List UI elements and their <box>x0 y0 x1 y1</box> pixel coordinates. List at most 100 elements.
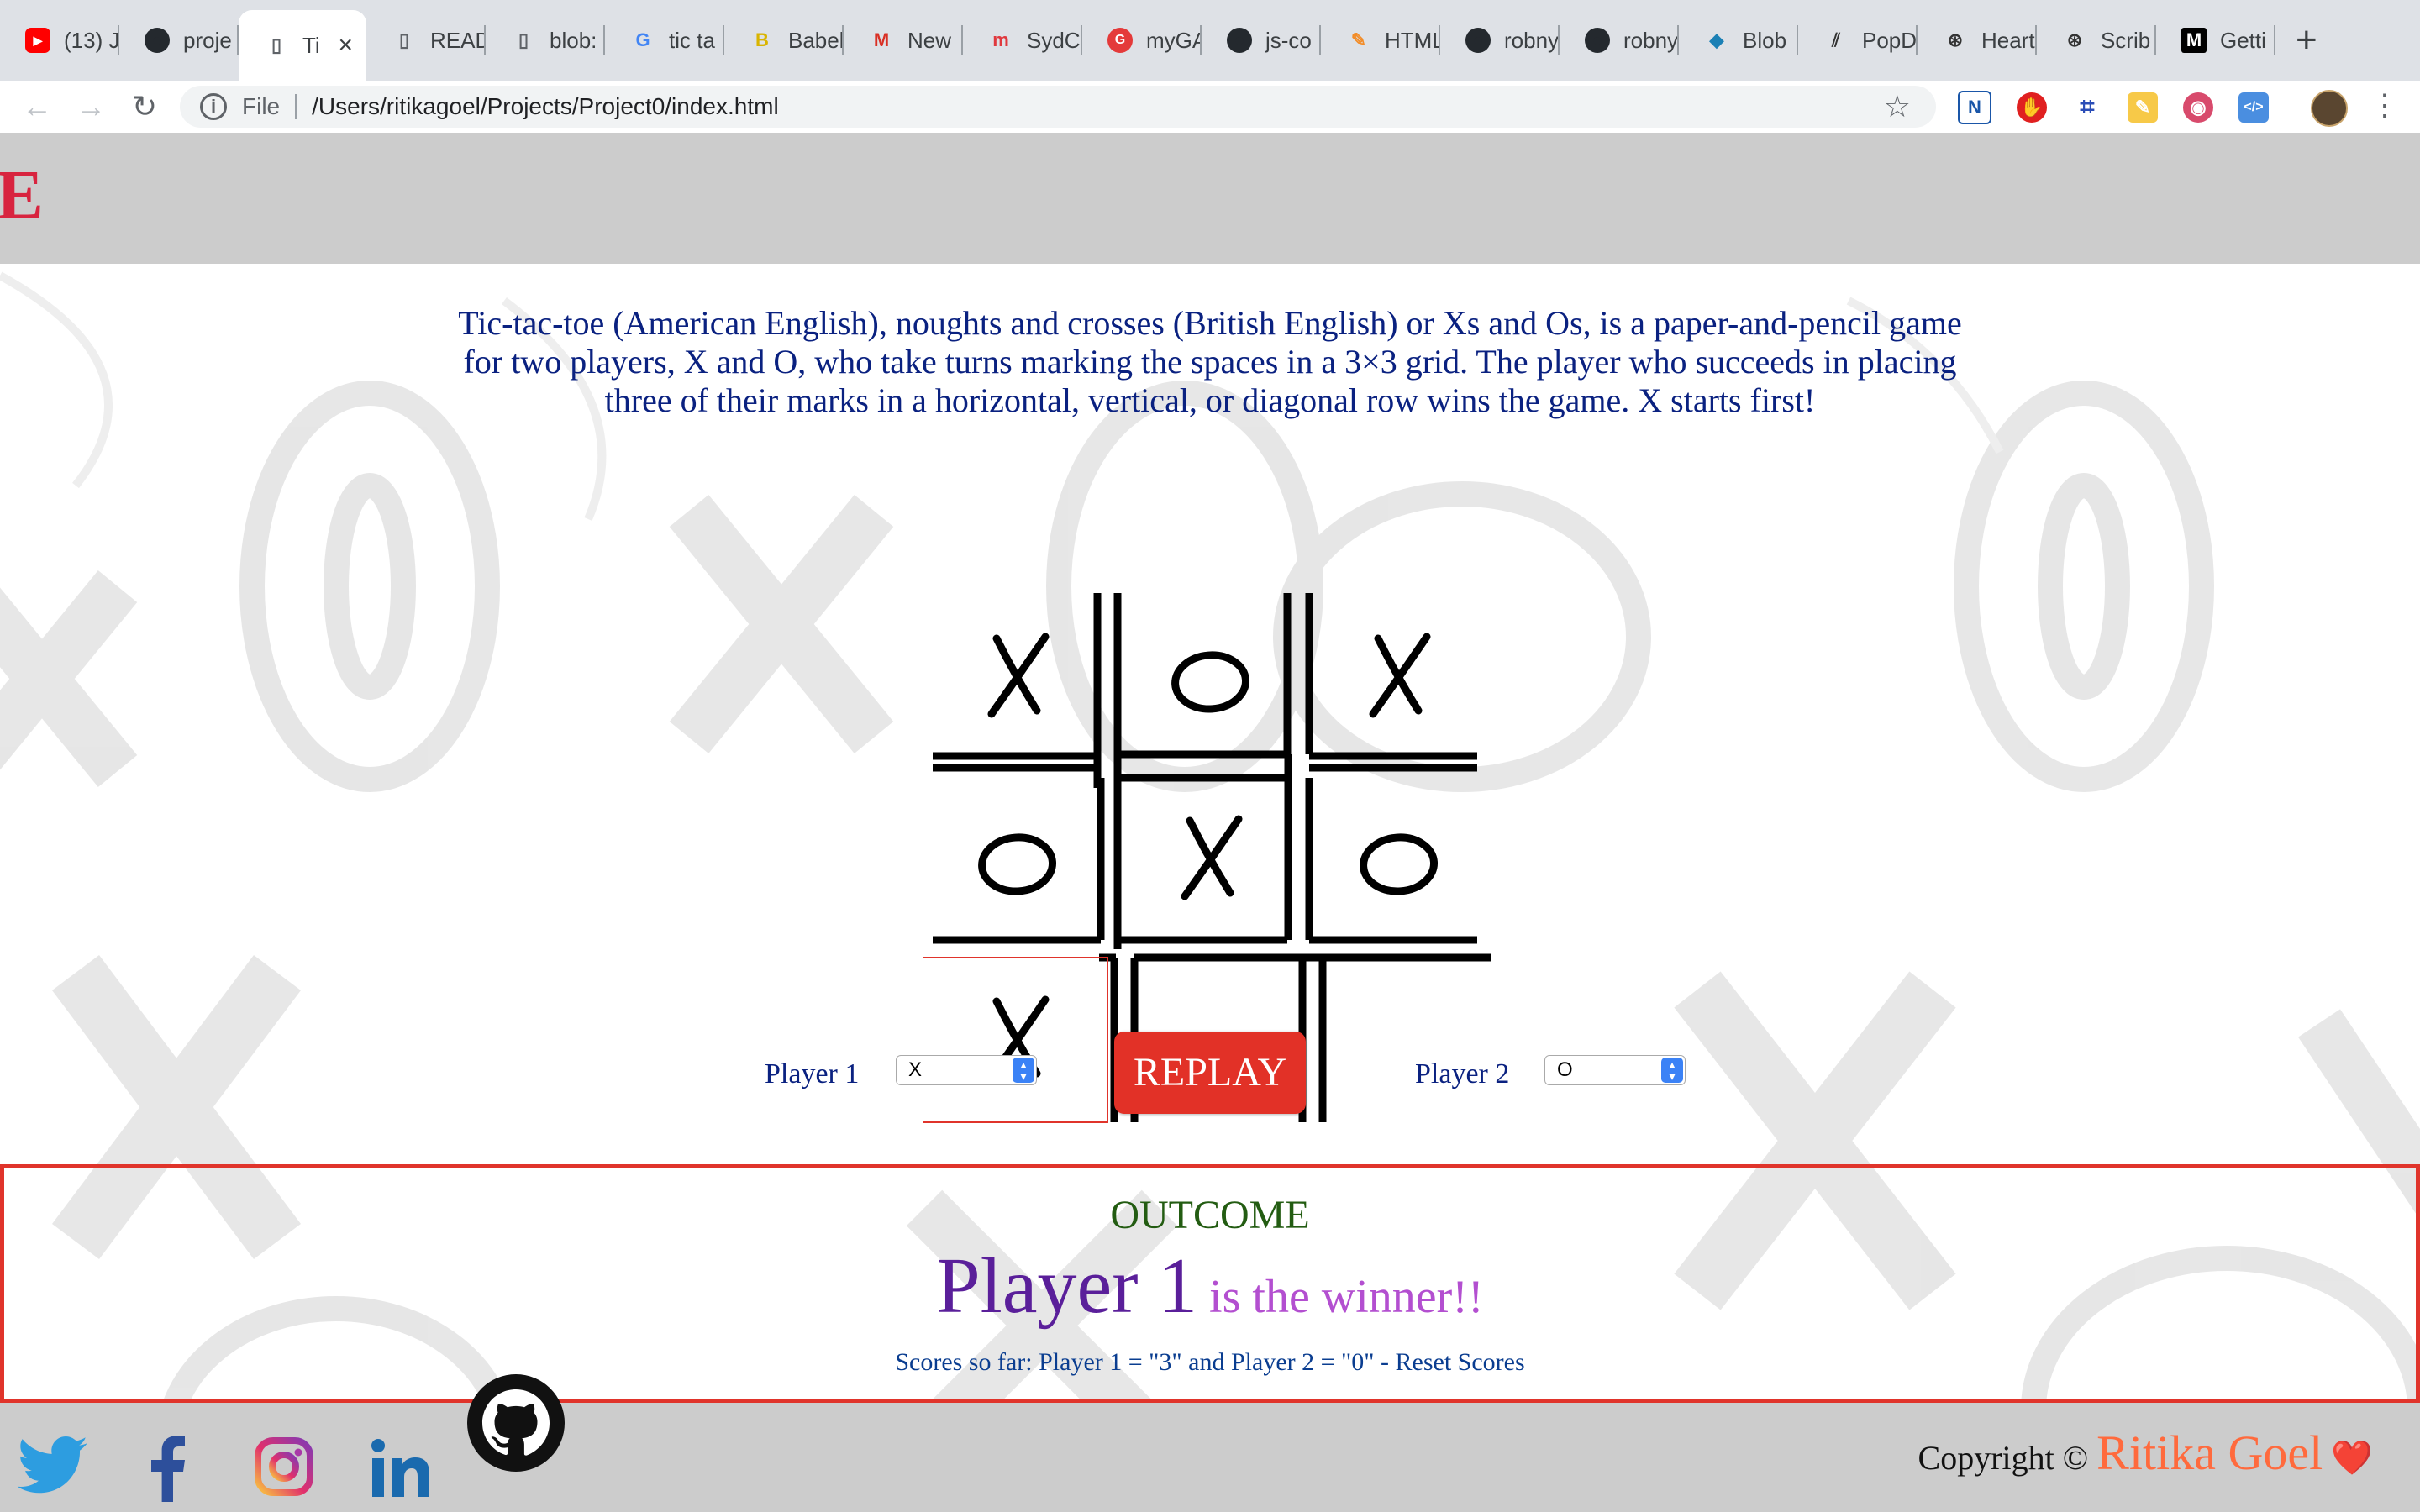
reload-button[interactable]: ↻ <box>118 89 171 124</box>
board-cell[interactable] <box>1314 778 1482 937</box>
info-icon[interactable]: i <box>200 93 227 120</box>
player2-select-value: O <box>1557 1058 1573 1081</box>
google-icon: G <box>635 29 650 50</box>
browser-tab-label: READ <box>430 27 486 53</box>
browser-tab[interactable]: M New <box>844 0 963 81</box>
browser-tab[interactable]: ● js-co <box>1202 0 1321 81</box>
web-dev-extension-icon[interactable]: </> <box>2238 92 2269 123</box>
outcome-panel: OUTCOME Player 1 is the winner!! Scores s… <box>0 1164 2420 1403</box>
adblock-extension-icon[interactable]: ✋ <box>2017 92 2047 123</box>
browser-tab[interactable]: ⊛ Scrib <box>2037 0 2156 81</box>
intro-paragraph: Tic-tac-toe (American English), noughts … <box>458 304 1962 419</box>
outcome-title: OUTCOME <box>1110 1193 1310 1237</box>
browser-tab[interactable]: ● proje <box>119 0 239 81</box>
gmail-icon: M <box>873 29 890 50</box>
arrow-right-icon: → <box>76 89 106 123</box>
twitter-icon[interactable] <box>17 1436 89 1495</box>
winner-suffix: is the winner!! <box>1209 1271 1484 1323</box>
close-icon[interactable]: × <box>338 31 353 60</box>
page-content: TOE Tic-tac-toe (American English), noug… <box>0 133 2420 1512</box>
medium-icon: M <box>2181 28 2207 53</box>
browser-tab[interactable]: GmyGA <box>1082 0 1202 81</box>
instagram-icon[interactable] <box>254 1436 314 1497</box>
browser-tab-label: HTML <box>1385 27 1440 53</box>
replay-button[interactable]: REPLAY <box>1114 1032 1306 1114</box>
address-separator <box>295 94 297 119</box>
grid-extension-icon[interactable]: ⌗ <box>2072 92 2102 123</box>
babel-icon: B <box>755 29 769 50</box>
browser-tab[interactable]: ⊛ Heart <box>1918 0 2037 81</box>
board-svg <box>922 593 1491 1123</box>
browser-tab-label: SydC <box>1027 27 1081 53</box>
page-title: TOE <box>0 156 45 234</box>
browser-tab[interactable]: B Babel <box>724 0 844 81</box>
scribd-icon: ⊛ <box>2066 29 2083 50</box>
browser-tab[interactable]: ◆ Blob <box>1679 0 1798 81</box>
site-header: TOE <box>0 133 2420 264</box>
player1-select[interactable]: X ▴ ▾ <box>896 1055 1037 1085</box>
tabs-container: ▶ (13) J ● proje ▯ Ti × ▯ READ ▯ blob: Gtic ta B Babe… <box>0 0 2275 81</box>
blob-icon: ◆ <box>1709 29 1724 50</box>
profile-avatar[interactable] <box>2311 90 2348 127</box>
browser-tab-label: tic ta <box>669 27 715 53</box>
new-tab-button[interactable]: + <box>2296 19 2317 61</box>
browser-tab-label: myGA <box>1146 27 1202 53</box>
browser-tab-label: proje <box>183 27 232 53</box>
popd-icon: ⫽ <box>1832 29 1840 50</box>
browser-menu-icon[interactable]: ⋮ <box>2370 87 2400 123</box>
browser-tab-label: PopD <box>1862 27 1918 53</box>
browser-tab[interactable]: ⫽ PopD <box>1798 0 1918 81</box>
browser-tab-label: Ti <box>302 32 320 58</box>
author-name[interactable]: Ritika Goel <box>2096 1425 2323 1480</box>
address-url[interactable]: /Users/ritikagoel/Projects/Project0/inde… <box>312 93 779 120</box>
copyright: Copyright © Ritika Goel ❤️ <box>1918 1425 2373 1481</box>
browser-tab-label: Scrib <box>2101 27 2151 53</box>
browser-tab[interactable]: M Getti <box>2156 0 2275 81</box>
browser-tab[interactable]: Gtic ta <box>605 0 724 81</box>
extensions-bar: N ✋ ⌗ ✎ ◉ </> <box>1958 91 2269 124</box>
back-button[interactable]: ← <box>10 89 64 124</box>
browser-tab[interactable]: ✎ HTML <box>1321 0 1440 81</box>
browser-tab-label: blob: <box>550 27 597 53</box>
browser-tab-label: New <box>908 27 952 53</box>
heart-icon: ❤️ <box>2331 1439 2373 1477</box>
browser-tab[interactable]: ▯ blob: <box>486 0 605 81</box>
browser-tab-label: robny <box>1623 27 1679 53</box>
game-controls: Player 1 X ▴ ▾ REPLAY Player 2 O ▴ ▾ <box>0 1032 2420 1132</box>
linkedin-icon[interactable] <box>370 1438 432 1499</box>
winner-player: Player 1 <box>936 1242 1198 1330</box>
note-extension-icon[interactable]: ✎ <box>2128 92 2158 123</box>
github-icon: ● <box>145 28 170 53</box>
browser-tab-bar: ▶ (13) J ● proje ▯ Ti × ▯ READ ▯ blob: Gtic ta B Babe… <box>0 0 2420 81</box>
codepen-icon: ✎ <box>1350 29 1367 50</box>
colorzilla-extension-icon[interactable]: ◉ <box>2183 92 2213 123</box>
board-cell[interactable] <box>933 778 1101 937</box>
browser-tab[interactable]: m SydC <box>963 0 1082 81</box>
scribd-icon: ⊛ <box>1947 29 1964 50</box>
browser-tab[interactable]: ▶ (13) J <box>0 0 119 81</box>
notion-extension-icon[interactable]: N <box>1958 91 1991 124</box>
browser-tab-label: js-co <box>1265 27 1312 53</box>
player2-select[interactable]: O ▴ ▾ <box>1544 1055 1686 1085</box>
arrow-left-icon: ← <box>22 89 52 123</box>
reload-icon: ↻ <box>131 89 158 123</box>
copyright-prefix: Copyright © <box>1918 1439 2089 1477</box>
browser-tab-label: Heart <box>1981 27 2035 53</box>
address-scheme: File <box>242 93 281 119</box>
player1-select-value: X <box>908 1058 923 1081</box>
address-bar[interactable]: i File /Users/ritikagoel/Projects/Projec… <box>180 86 1936 128</box>
browser-tab[interactable]: ● robny <box>1560 0 1679 81</box>
browser-tab-label: robny <box>1504 27 1560 53</box>
browser-tab[interactable]: ▯ Ti × <box>239 10 366 81</box>
browser-tab[interactable]: ▯ READ <box>366 0 486 81</box>
facebook-icon[interactable] <box>150 1435 187 1502</box>
browser-tab[interactable]: ● robny <box>1440 0 1560 81</box>
board-cell[interactable] <box>1126 596 1294 755</box>
forward-button[interactable]: → <box>64 89 118 124</box>
browser-tab-label: Blob <box>1743 27 1787 53</box>
game-board <box>922 459 1491 1131</box>
browser-tab-label: (13) J <box>64 27 119 53</box>
github-icon[interactable] <box>467 1374 565 1472</box>
bookmark-star-icon[interactable]: ☆ <box>1884 89 1911 124</box>
document-icon: ▯ <box>398 29 410 50</box>
